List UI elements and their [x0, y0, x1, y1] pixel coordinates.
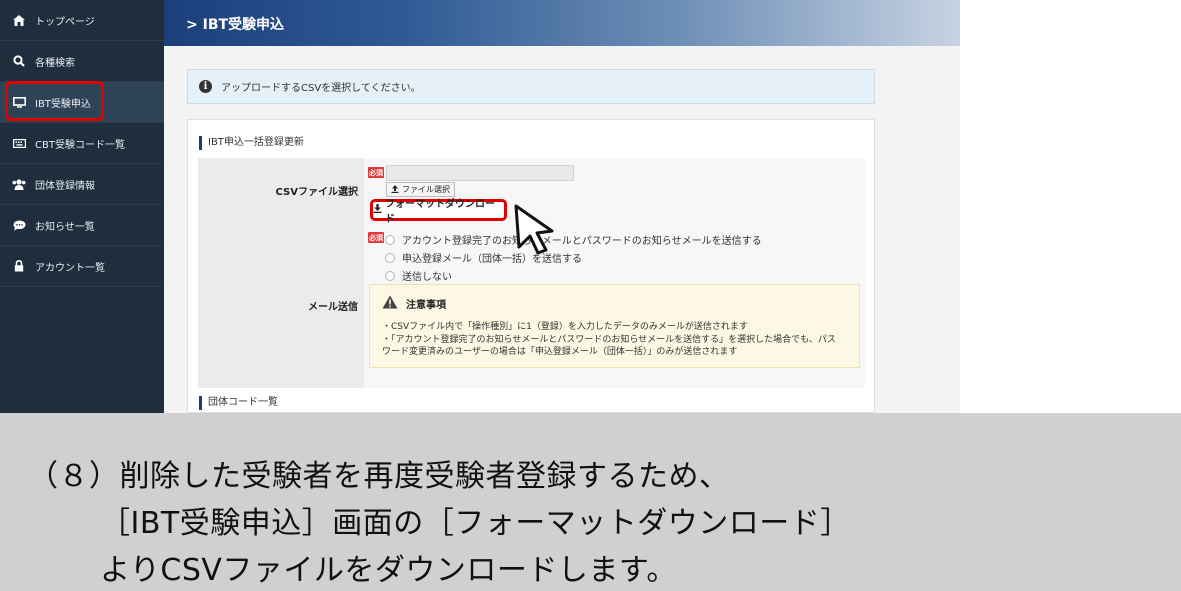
- format-download-button[interactable]: フォーマットダウンロード: [370, 199, 507, 225]
- info-alert: i アップロードするCSVを選択してください。: [187, 69, 875, 104]
- sidebar-item-search[interactable]: 各種検索: [0, 41, 164, 82]
- sidebar-item-label: 団体登録情報: [35, 180, 95, 192]
- notice-title: 注意事項: [382, 295, 446, 312]
- home-icon: [12, 13, 26, 27]
- mail-send-label: メール送信: [198, 223, 364, 388]
- sidebar-item-label: CBT受験コード一覧: [35, 139, 125, 151]
- download-icon: [373, 204, 382, 216]
- page-header: > IBT受験申込: [164, 0, 960, 46]
- info-text: アップロードするCSVを選択してください。: [221, 83, 421, 94]
- sidebar-item-label: トップページ: [35, 16, 95, 28]
- caption-line-3: よりCSVファイルをダウンロードします。: [100, 553, 677, 588]
- info-icon: i: [199, 80, 212, 93]
- file-name-display: [386, 165, 574, 181]
- section-title: IBT申込一括登録更新: [199, 136, 304, 150]
- sidebar-item-notices[interactable]: お知らせ一覧: [0, 205, 164, 246]
- highlight-ibt-menu: [5, 81, 104, 121]
- sidebar: トップページ 各種検索 IBT受験申込 CBT受験コード一覧 団体登録情報 お知…: [0, 0, 164, 413]
- csv-file-label: CSVファイル選択: [198, 158, 364, 223]
- sidebar-item-label: 各種検索: [35, 57, 75, 69]
- upload-icon: [391, 184, 399, 195]
- page-title: > IBT受験申込: [186, 17, 285, 33]
- lock-icon: [12, 259, 26, 273]
- upload-panel: IBT申込一括登録更新 CSVファイル選択 必須 ファイル選択 フォーマットダウ…: [187, 119, 875, 413]
- main-content: > IBT受験申込 i アップロードするCSVを選択してください。 IBT申込一…: [164, 0, 960, 413]
- search-icon: [12, 54, 26, 68]
- required-badge: 必須: [368, 232, 384, 243]
- notice-line: ・CSVファイル内で「操作種別」に1（登録）を入力したデータのみメールが送信され…: [382, 322, 748, 332]
- radio-option-account-password[interactable]: アカウント登録完了のお知らせメールとパスワードのお知らせメールを送信する: [385, 232, 762, 247]
- radio-button[interactable]: [385, 252, 395, 263]
- sidebar-item-label: アカウント一覧: [35, 262, 105, 274]
- notice-box: 注意事項 ・CSVファイル内で「操作種別」に1（登録）を入力したデータのみメール…: [369, 284, 860, 368]
- users-icon: [12, 177, 26, 191]
- caption-area: （８）削除した受験者を再度受験者登録するため、 ［IBT受験申込］画面の［フォー…: [0, 413, 1181, 591]
- hand-cursor-icon: [508, 203, 556, 259]
- caption-line-1: （８）削除した受験者を再度受験者登録するため、: [28, 459, 730, 494]
- group-code-section-title: 団体コード一覧: [199, 396, 278, 410]
- sidebar-item-label: お知らせ一覧: [35, 221, 95, 233]
- sidebar-item-group-info[interactable]: 団体登録情報: [0, 164, 164, 205]
- chat-icon: [12, 218, 26, 232]
- sidebar-item-cbt-code-list[interactable]: CBT受験コード一覧: [0, 123, 164, 164]
- radio-button[interactable]: [385, 234, 395, 245]
- keyboard-icon: [12, 136, 26, 150]
- radio-button[interactable]: [385, 270, 395, 281]
- warning-icon: [382, 295, 398, 312]
- caption-line-2: ［IBT受験申込］画面の［フォーマットダウンロード］: [100, 506, 851, 541]
- sidebar-item-account-list[interactable]: アカウント一覧: [0, 246, 164, 287]
- sidebar-item-top-page[interactable]: トップページ: [0, 0, 164, 41]
- required-badge: 必須: [368, 167, 384, 178]
- radio-option-no-send[interactable]: 送信しない: [385, 268, 452, 283]
- notice-line: ワード変更済みのユーザーの場合は「申込登録メール（団体一括）」のみが送信されます: [382, 347, 738, 357]
